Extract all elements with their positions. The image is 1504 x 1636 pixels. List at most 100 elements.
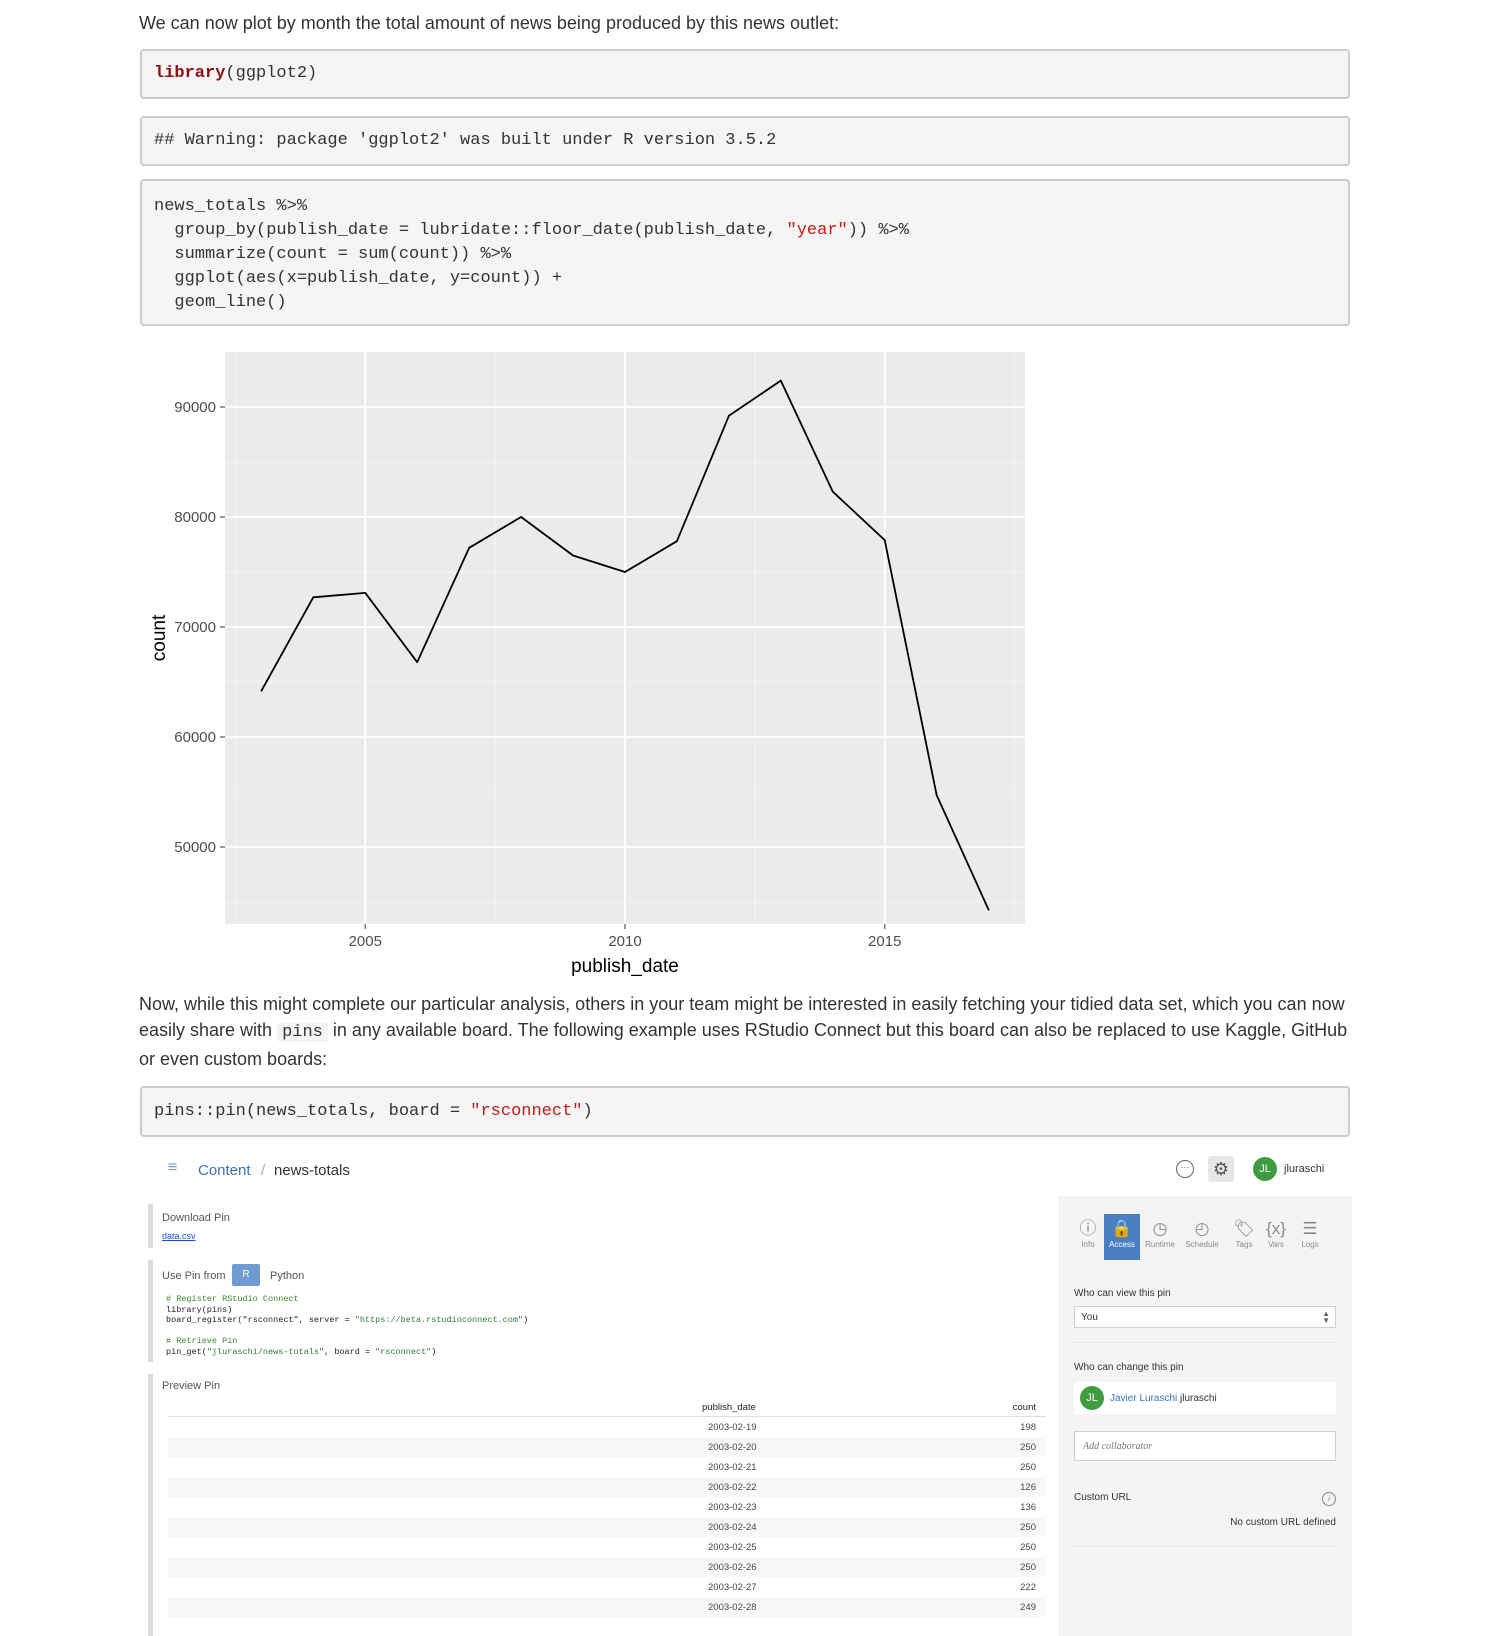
code-line: library(pins) [166,1304,233,1315]
code-line: board_register("rsconnect", server = [166,1315,355,1325]
data-point [312,596,315,599]
pins-paragraph: Now, while this might complete our parti… [139,991,1351,1072]
preview-table-header: publish_date count [168,1398,1046,1417]
code-string: "year" [786,221,848,240]
tab-info[interactable]: ⓘ Info [1070,1214,1106,1260]
clock-icon: ◴ [1194,1219,1210,1238]
data-point [520,516,522,518]
tab-tags[interactable]: 🏷 Tags [1226,1214,1262,1260]
logs-icon: ☰ [1302,1219,1318,1238]
data-point [935,794,938,797]
divider [1074,1546,1336,1547]
tag-icon: 🏷 [1233,1219,1255,1238]
cell-publish-date: 2003-02-19 [708,1422,757,1433]
divider [1074,1342,1336,1343]
tab-label: Runtime [1145,1240,1175,1249]
table-row: 2003-02-26 250 [168,1557,1046,1577]
column-header-count: count [1012,1402,1036,1413]
table-row: 2003-02-22 126 [168,1477,1046,1497]
menu-icon[interactable]: ≡ [168,1160,184,1176]
cell-publish-date: 2003-02-22 [708,1482,757,1493]
download-csv-link[interactable]: data.csv [162,1231,196,1241]
data-point [624,571,626,573]
code-comment: # Register RStudio Connect [166,1294,299,1304]
data-point [728,415,730,417]
who-change-label: Who can change this pin [1074,1362,1184,1373]
code-line: ) [431,1346,437,1357]
data-point [883,539,886,541]
y-tick-label: 70000 [174,619,216,636]
tab-logs[interactable]: ☰ Logs [1292,1214,1328,1260]
data-point [468,547,470,549]
breadcrumb-content-link[interactable]: Content [198,1162,251,1179]
tab-vars[interactable]: {x} Vars [1258,1214,1294,1260]
collaborator-row: JL Javier Luraschi jluraschi [1074,1382,1336,1414]
table-row: 2003-02-20 250 [168,1437,1046,1457]
breadcrumb-page: news-totals [274,1162,350,1179]
code-block-plot: news_totals %>% group_by(publish_date = … [140,179,1350,326]
cell-count: 250 [1020,1462,1036,1473]
cell-publish-date: 2003-02-26 [708,1562,757,1573]
cell-count: 198 [1020,1422,1036,1433]
info-icon[interactable]: i [1322,1492,1336,1506]
lang-r-button[interactable]: R [232,1264,260,1286]
cell-count: 250 [1020,1542,1036,1553]
data-point [364,592,367,594]
code-line: news_totals %>% [154,197,308,216]
code-line: )) %>% [847,221,909,240]
intro-paragraph: We can now plot by month the total amoun… [139,13,840,33]
add-collaborator-input[interactable] [1074,1431,1336,1461]
cell-publish-date: 2003-02-28 [708,1602,757,1613]
code-text: (ggplot2) [225,64,318,83]
cell-count: 250 [1020,1562,1036,1573]
y-tick-label: 50000 [174,839,216,856]
settings-sidebar: ⓘ Info 🔒 Access ◷ Runtime ◴ Schedule 🏷 Tags {x} Var… [1058,1196,1352,1636]
pin-main-panel: Download Pin data.csv Use Pin from R Pyt… [140,1196,1058,1636]
code-string: "https://beta.rstudioconnect.com" [354,1315,524,1325]
tab-label: Schedule [1185,1240,1219,1249]
y-axis-label: count [149,614,170,661]
data-point [676,540,678,542]
data-point [987,908,990,911]
user-avatar[interactable]: JL [1253,1157,1277,1181]
cell-publish-date: 2003-02-20 [708,1442,757,1453]
tab-schedule[interactable]: ◴ Schedule [1184,1214,1220,1260]
column-header-publish-date: publish_date [702,1402,756,1413]
code-output-warning: ## Warning: package 'ggplot2' was built … [140,116,1350,166]
tab-runtime[interactable]: ◷ Runtime [1142,1214,1178,1260]
code-line: group_by(publish_date = lubridate::floor… [154,221,787,240]
cell-publish-date: 2003-02-24 [708,1522,757,1533]
code-line: , board = [324,1346,376,1357]
tab-label: Logs [1301,1240,1319,1249]
select-arrows-icon: ▲ ▼ [1322,1309,1330,1325]
tab-access[interactable]: 🔒 Access [1104,1214,1140,1260]
more-options-icon[interactable]: ⋯ [1176,1160,1194,1178]
data-point [260,690,263,692]
cell-count: 249 [1020,1602,1036,1613]
cell-count: 222 [1020,1582,1036,1593]
y-tick-label: 60000 [174,729,216,746]
view-permission-select[interactable]: You ▲ ▼ [1074,1306,1336,1328]
rsconnect-header: ≡ Content / news-totals ⋯ ⚙ JL jluraschi [140,1146,1352,1197]
custom-url-value: No custom URL defined [1230,1517,1336,1528]
code-line: pin_get( [166,1346,207,1357]
table-row: 2003-02-21 250 [168,1457,1046,1477]
code-block-pin: pins::pin(news_totals, board = "rsconnec… [140,1086,1350,1137]
y-tick-label: 80000 [174,509,216,526]
data-point [416,661,419,663]
owner-name-link[interactable]: Javier Luraschi [1110,1393,1177,1404]
x-tick-label: 2015 [868,933,901,950]
code-keyword: library [154,64,226,83]
username[interactable]: jluraschi [1284,1163,1324,1175]
table-row: 2003-02-19 198 [168,1417,1046,1437]
code-line: geom_line() [154,293,287,312]
tab-label: Info [1081,1240,1095,1249]
code-text: pins::pin(news_totals, board = [154,1102,471,1121]
code-text: ) [582,1102,593,1121]
lock-icon: 🔒 [1111,1219,1133,1238]
inline-code-pins: pins [277,1023,328,1042]
gear-icon[interactable]: ⚙ [1208,1156,1234,1182]
lang-python-button[interactable]: Python [270,1270,304,1282]
cell-count: 250 [1020,1522,1036,1533]
variables-icon: {x} [1266,1219,1286,1238]
